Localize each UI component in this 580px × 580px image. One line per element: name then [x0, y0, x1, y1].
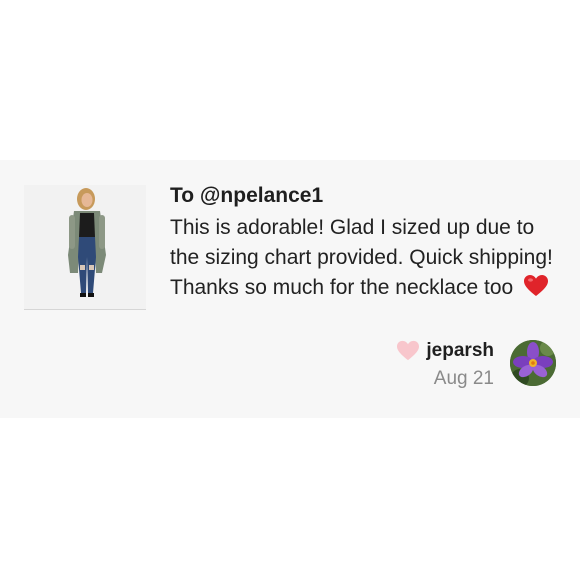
review-card: To @npelance1 This is adorable! Glad I s… [0, 160, 580, 418]
product-photo-icon [24, 185, 146, 309]
review-author-row: jeparsh [396, 340, 494, 362]
author-username[interactable]: jeparsh [426, 340, 494, 362]
review-recipient[interactable]: To @npelance1 [170, 184, 323, 208]
review-date: Aug 21 [433, 368, 494, 389]
purple-crocus-flower-avatar-icon [510, 340, 556, 386]
author-avatar[interactable] [510, 340, 556, 386]
review-text-block: This is adorable! Glad I sized up due to… [170, 213, 560, 307]
review-text: This is adorable! Glad I sized up due to… [170, 216, 553, 299]
product-thumbnail[interactable] [24, 185, 146, 310]
pink-heart-icon[interactable] [396, 340, 420, 362]
red-heart-icon [523, 274, 549, 307]
